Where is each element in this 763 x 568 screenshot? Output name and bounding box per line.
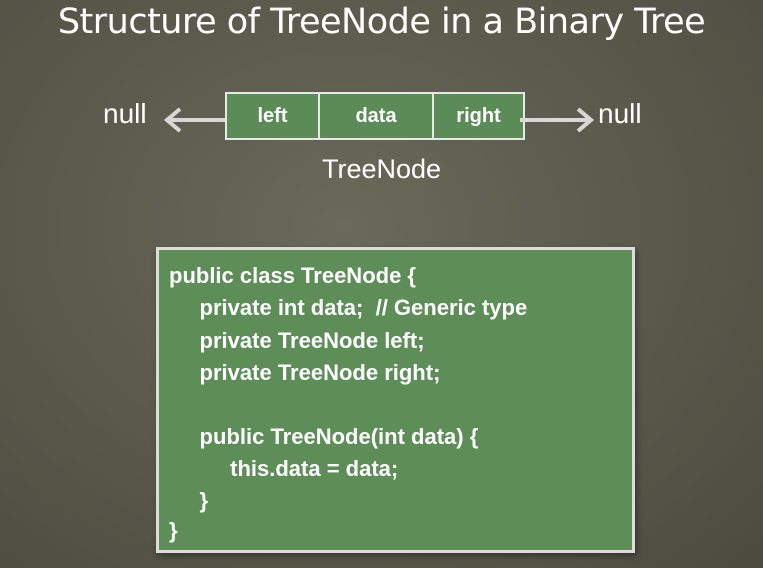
code-line: private int data; // Generic type [169,295,528,320]
code-line: this.data = data; [169,456,399,481]
right-arrow-icon [520,107,595,133]
code-line: public TreeNode(int data) { [169,424,479,449]
null-right-label: null [598,98,642,129]
left-arrow-icon [163,107,226,133]
code-line: } [169,488,209,513]
treenode-box: left data right [225,92,525,140]
code-line: public class TreeNode { [169,263,416,288]
code-line: private TreeNode right; [169,360,441,385]
node-caption: TreeNode [321,154,442,184]
null-left-label: null [103,98,147,129]
code-block: public class TreeNode { private int data… [156,247,635,553]
code-line: } [169,518,178,543]
code-line: private TreeNode left; [169,328,425,353]
right-cell: right [456,104,501,127]
data-cell: data [320,94,434,138]
left-cell: left [227,94,320,138]
slide-title: Structure of TreeNode in a Binary Tree [57,2,706,42]
